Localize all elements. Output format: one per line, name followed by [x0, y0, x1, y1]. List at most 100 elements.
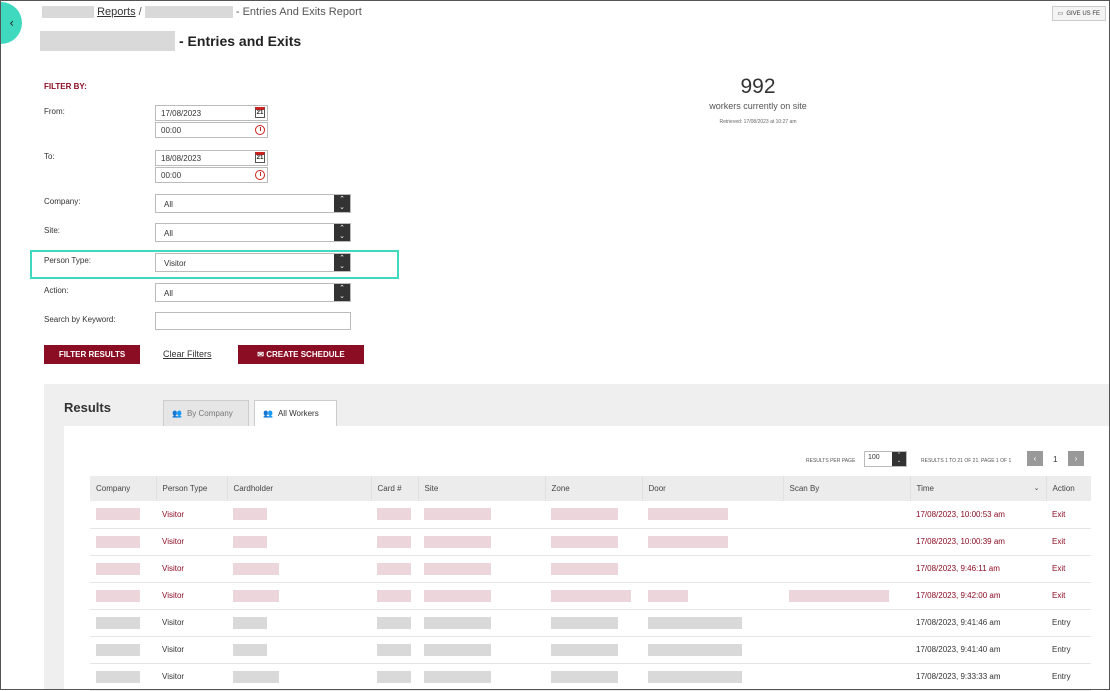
table-row[interactable]: Visitor 17/08/2023, 9:33:33 am Entry [90, 663, 1091, 691]
redacted-text [377, 670, 411, 683]
redacted-text [648, 616, 742, 629]
table-row[interactable]: Visitor 17/08/2023, 10:00:39 am Exit [90, 528, 1091, 556]
clear-filters-link[interactable]: Clear Filters [163, 349, 212, 359]
clock-icon[interactable] [255, 125, 265, 135]
page-title: - Entries and Exits [40, 31, 301, 51]
redacted-text [233, 670, 279, 683]
sidebar-collapse-button[interactable]: ‹ [0, 2, 22, 44]
column-header[interactable]: Action [1046, 476, 1091, 501]
workers-on-site-label: workers currently on site [709, 101, 807, 111]
chevron-left-icon: ‹ [1033, 454, 1037, 463]
redacted-text [233, 589, 279, 602]
redacted-text [96, 589, 140, 602]
column-header[interactable]: Card # [371, 476, 419, 501]
redacted-text [96, 616, 140, 629]
chevron-up-down-icon: ⌃ ⌄ [334, 254, 350, 271]
redacted-text [377, 508, 411, 521]
table-header: Company Person Type Cardholder Card # Si… [90, 476, 1091, 501]
retrieved-timestamp: Retrieved: 17/08/2023 at 10:27 am [719, 119, 797, 125]
action-select[interactable]: All ⌃ ⌄ [155, 283, 351, 302]
redacted-text [233, 616, 267, 629]
results-per-page-label: RESULTS PER PAGE [806, 458, 856, 464]
column-header[interactable]: Person Type [156, 476, 228, 501]
company-label: Company: [44, 197, 81, 206]
redacted-text [96, 508, 140, 521]
clock-icon[interactable] [255, 170, 265, 180]
redacted-text [551, 562, 618, 575]
column-header[interactable]: Cardholder [227, 476, 372, 501]
calendar-icon[interactable]: 21 [255, 152, 265, 163]
current-page: 1 [1053, 455, 1058, 464]
from-time-field[interactable]: 00:00 [155, 122, 268, 138]
redacted-text [377, 535, 411, 548]
table-row[interactable]: Visitor 17/08/2023, 9:41:40 am Entry [90, 636, 1091, 664]
results-title: Results [64, 400, 111, 415]
redacted-text [424, 643, 491, 656]
chevron-left-icon: ‹ [9, 16, 14, 30]
redacted-text [233, 508, 267, 521]
results-per-page-select[interactable]: 100 ⌃ ⌄ [864, 451, 907, 467]
redacted-text [424, 670, 491, 683]
filter-results-button[interactable]: FILTER RESULTS [44, 345, 140, 364]
redacted-text [648, 643, 742, 656]
redacted-text [233, 535, 267, 548]
results-table: Company Person Type Cardholder Card # Si… [90, 476, 1091, 691]
create-schedule-button[interactable]: ✉ CREATE SCHEDULE [238, 345, 364, 364]
from-date-field[interactable]: 17/08/2023 21 [155, 105, 268, 121]
chevron-up-down-icon: ⌃ ⌄ [334, 224, 350, 241]
redacted-text [42, 6, 94, 19]
redacted-text [551, 616, 618, 629]
chevron-up-down-icon: ⌃ ⌄ [334, 195, 350, 212]
redacted-text [551, 643, 618, 656]
next-page-button[interactable]: › [1068, 451, 1084, 466]
redacted-text [551, 508, 618, 521]
column-header-time[interactable]: Time ⌄ [910, 476, 1047, 501]
redacted-text [424, 508, 491, 521]
table-row[interactable]: Visitor 17/08/2023, 9:41:46 am Entry [90, 609, 1091, 637]
results-count: RESULTS 1 TO 21 OF 21. PAGE 1 OF 1 [921, 458, 1012, 464]
column-header[interactable]: Door [642, 476, 784, 501]
column-header[interactable]: Site [418, 476, 546, 501]
calendar-icon[interactable]: 21 [255, 107, 265, 118]
table-row[interactable]: Visitor 17/08/2023, 9:46:11 am Exit [90, 555, 1091, 583]
tab-all-workers[interactable]: 👥 All Workers [254, 400, 337, 426]
company-select[interactable]: All ⌃ ⌄ [155, 194, 351, 213]
keyword-label: Search by Keyword: [44, 315, 116, 324]
redacted-text [377, 616, 411, 629]
from-label: From: [44, 107, 65, 116]
site-label: Site: [44, 226, 61, 235]
column-header[interactable]: Zone [545, 476, 643, 501]
to-date-field[interactable]: 18/08/2023 21 [155, 150, 268, 166]
chevron-down-icon: ⌄ [1033, 484, 1040, 492]
redacted-text [96, 562, 140, 575]
keyword-input[interactable] [155, 312, 351, 330]
prev-page-button[interactable]: ‹ [1027, 451, 1043, 466]
table-row[interactable]: Visitor 17/08/2023, 10:00:53 am Exit [90, 501, 1091, 529]
feedback-button[interactable]: ▭ GIVE US FE [1051, 6, 1106, 21]
redacted-text [377, 589, 411, 602]
redacted-text [648, 670, 742, 683]
workers-on-site-count: 992 [740, 75, 776, 98]
redacted-text [96, 643, 140, 656]
users-icon: 👥 [172, 409, 182, 418]
column-header[interactable]: Scan By [783, 476, 911, 501]
redacted-text [551, 589, 631, 602]
envelope-icon: ✉ [257, 350, 264, 359]
breadcrumb-reports-link[interactable]: Reports [97, 6, 136, 18]
column-header[interactable]: Company [90, 476, 157, 501]
redacted-text [648, 508, 728, 521]
tab-by-company[interactable]: 👥 By Company [163, 400, 249, 426]
site-select[interactable]: All ⌃ ⌄ [155, 223, 351, 242]
to-label: To: [44, 152, 55, 161]
redacted-text [424, 562, 491, 575]
chevron-right-icon: › [1074, 454, 1078, 463]
table-row[interactable]: Visitor 17/08/2023, 9:42:00 am Exit [90, 582, 1091, 610]
redacted-text [377, 562, 411, 575]
redacted-text [40, 31, 175, 51]
redacted-text [551, 670, 618, 683]
redacted-text [648, 535, 728, 548]
redacted-text [144, 6, 233, 19]
to-time-field[interactable]: 00:00 [155, 167, 268, 183]
filter-heading: FILTER BY: [44, 82, 87, 91]
person-type-select[interactable]: Visitor ⌃ ⌄ [155, 253, 351, 272]
